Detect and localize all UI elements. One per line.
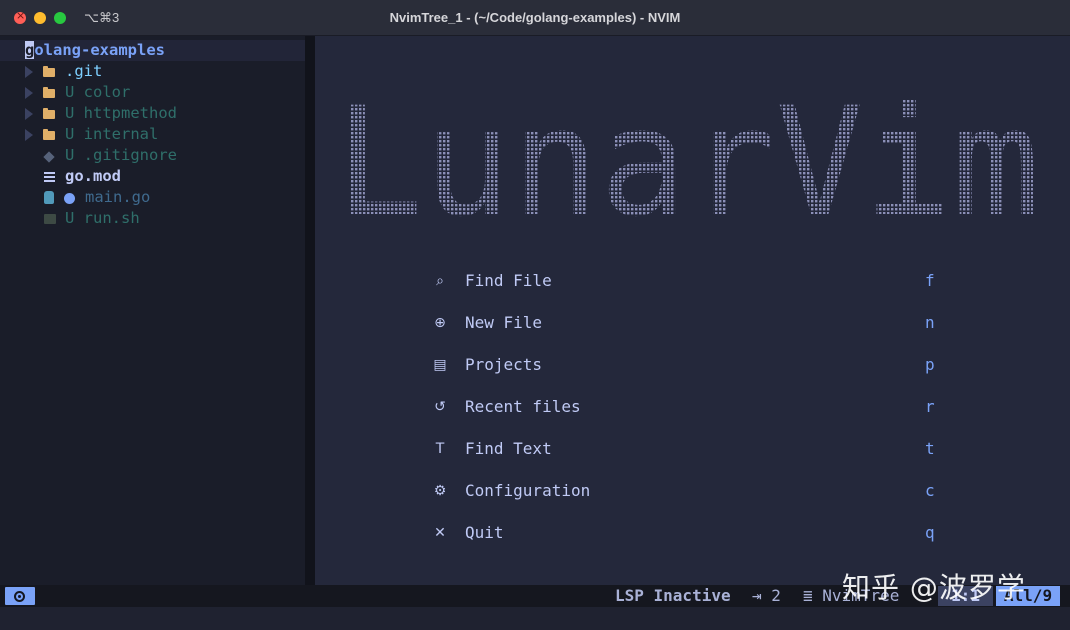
dashboard-button-new-file[interactable]: ⊕ New File n <box>430 311 950 335</box>
lsp-status: LSP Inactive <box>615 586 731 605</box>
tree-item-gitignore[interactable]: U .gitignore <box>0 145 305 166</box>
tree-item-internal[interactable]: U internal <box>0 124 305 145</box>
new-file-icon: ⊕ <box>434 315 446 331</box>
dashboard-button-find-text[interactable]: T Find Text t <box>430 437 950 461</box>
dashboard-button-label: Quit <box>465 523 504 542</box>
tree-item-color[interactable]: U color <box>0 82 305 103</box>
projects-icon: ▤ <box>433 357 447 373</box>
tree-item-label: U run.sh <box>65 209 140 227</box>
recent-files-icon: ↺ <box>434 399 446 415</box>
dashboard-button-key: n <box>925 313 935 332</box>
diamond-icon <box>43 151 55 163</box>
dashboard-button-label: Projects <box>465 355 543 374</box>
dashboard-button-key: t <box>925 439 935 458</box>
window-split-separator[interactable] <box>305 36 315 585</box>
dashboard-button-configuration[interactable]: ⚙ Configuration c <box>430 479 950 503</box>
dashboard-button-label: Recent files <box>465 397 581 416</box>
configuration-icon: ⚙ <box>433 483 447 499</box>
dashboard-button-key: f <box>925 271 935 290</box>
indent-status: ⇥ 2 <box>752 586 781 605</box>
gopher-icon <box>44 191 54 204</box>
target-icon <box>14 591 25 602</box>
folder-icon <box>43 129 55 140</box>
dashboard-button-key: c <box>925 481 935 500</box>
file-tree-panel: golang-examples .git U color U httpmetho… <box>0 36 305 585</box>
tree-item-label: U color <box>65 83 131 101</box>
tree-item-git[interactable]: .git <box>0 61 305 82</box>
tree-item-label: .git <box>65 62 103 80</box>
mode-indicator <box>5 587 35 605</box>
quit-icon: ✕ <box>434 525 446 541</box>
dashboard-button-projects[interactable]: ▤ Projects p <box>430 353 950 377</box>
cursor: g <box>25 41 35 59</box>
chevron-right-icon <box>25 129 33 141</box>
terminal-icon <box>44 214 56 224</box>
chevron-right-icon <box>25 87 33 99</box>
find-file-icon: ⌕ <box>436 273 444 289</box>
tree-item-httpmethod[interactable]: U httpmethod <box>0 103 305 124</box>
dashboard-button-key: q <box>925 523 935 542</box>
dashboard-button-label: Find File <box>465 271 552 290</box>
lunarvim-logo: LunarVim <box>335 88 1040 228</box>
tree-root-folder[interactable]: golang-examples <box>0 40 305 61</box>
dashboard-button-key: r <box>925 397 935 416</box>
window-titlebar: ⌥⌘3 NvimTree_1 - (~/Code/golang-examples… <box>0 0 1070 36</box>
dashboard-button-key: p <box>925 355 935 374</box>
tree-item-go-mod[interactable]: go.mod <box>0 166 305 187</box>
tree-item-run-sh[interactable]: U run.sh <box>0 208 305 229</box>
dashboard-button-label: New File <box>465 313 543 332</box>
dashboard-button-quit[interactable]: ✕ Quit q <box>430 521 950 545</box>
dashboard-button-recent-files[interactable]: ↺ Recent files r <box>430 395 950 419</box>
chevron-right-icon <box>25 108 33 120</box>
modified-dot-icon <box>64 193 75 204</box>
tree-root-label: olang-examples <box>34 41 165 59</box>
folder-icon <box>43 108 55 119</box>
tree-item-label: go.mod <box>65 167 121 185</box>
find-text-icon: T <box>435 441 445 457</box>
watermark: 知乎 @波罗学 <box>842 571 1026 604</box>
chevron-right-icon <box>25 66 33 78</box>
window-title: NvimTree_1 - (~/Code/golang-examples) - … <box>389 10 681 25</box>
lines-icon <box>44 172 55 182</box>
tree-item-label: U internal <box>65 125 159 143</box>
dashboard-button-label: Configuration <box>465 481 591 500</box>
tree-item-label: U httpmethod <box>65 104 177 122</box>
logo-text: LunarVim <box>335 88 1040 228</box>
dashboard-button-label: Find Text <box>465 439 552 458</box>
tree-item-label: main.go <box>85 188 151 206</box>
tree-item-main-go[interactable]: main.go <box>0 187 305 208</box>
dashboard-button-find-file[interactable]: ⌕ Find File f <box>430 269 950 293</box>
folder-icon <box>43 66 55 77</box>
folder-icon <box>43 87 55 98</box>
tree-item-label: U .gitignore <box>65 146 177 164</box>
command-line[interactable] <box>0 607 1070 630</box>
